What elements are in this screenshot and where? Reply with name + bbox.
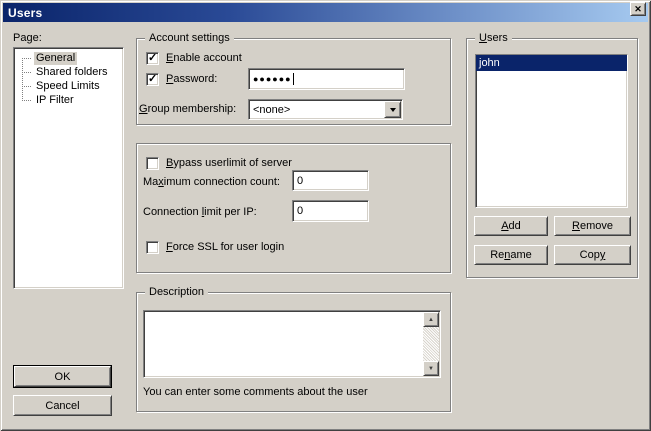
tree-item-shared-folders[interactable]: Shared folders	[14, 65, 123, 79]
user-list-item[interactable]: john	[476, 55, 627, 71]
close-icon: ✕	[634, 4, 642, 15]
enable-account-label: Enable account	[166, 52, 242, 65]
bypass-userlimit-label: Bypass userlimit of server	[166, 157, 292, 170]
ok-button[interactable]: OK	[14, 366, 111, 387]
tree-item-label: IP Filter	[34, 94, 76, 107]
bypass-userlimit-checkbox[interactable]: ✓	[146, 157, 159, 170]
password-checkbox[interactable]: ✓	[146, 73, 159, 86]
user-name: john	[479, 57, 500, 69]
window-title: Users	[8, 6, 42, 20]
add-button[interactable]: Add	[474, 216, 548, 236]
description-hint: You can enter some comments about the us…	[143, 386, 368, 399]
tree-item-ip-filter[interactable]: IP Filter	[14, 93, 123, 107]
scroll-down-button[interactable]: ▼	[423, 361, 439, 376]
description-textarea[interactable]: ▲ ▼	[143, 310, 441, 378]
rename-button[interactable]: Rename	[474, 245, 548, 265]
password-masked-value: ●●●●●●	[253, 74, 292, 84]
scroll-up-button[interactable]: ▲	[423, 312, 439, 327]
chevron-down-icon	[390, 108, 396, 115]
password-label: Password:	[166, 73, 217, 86]
remove-button[interactable]: Remove	[554, 216, 631, 236]
users-list[interactable]: john	[475, 54, 628, 208]
users-caption: Users	[475, 32, 512, 45]
copy-button[interactable]: Copy	[554, 245, 631, 265]
tree-item-label: Shared folders	[34, 66, 110, 79]
max-connections-field[interactable]: 0	[292, 170, 369, 191]
tree-item-label: Speed Limits	[34, 80, 102, 93]
page-tree[interactable]: General Shared folders Speed Limits IP F…	[13, 47, 124, 289]
text-caret	[293, 73, 294, 85]
max-connections-label: Maximum connection count:	[143, 176, 280, 189]
tree-item-speed-limits[interactable]: Speed Limits	[14, 79, 123, 93]
vertical-scrollbar[interactable]: ▲ ▼	[423, 312, 439, 376]
ip-limit-field[interactable]: 0	[292, 200, 369, 222]
group-membership-label: Group membership:	[139, 103, 236, 116]
title-bar[interactable]: Users	[3, 3, 648, 22]
force-ssl-checkbox[interactable]: ✓	[146, 241, 159, 254]
force-ssl-label: Force SSL for user login	[166, 241, 284, 254]
combo-dropdown-button[interactable]	[384, 101, 401, 118]
page-label: Page:	[13, 32, 42, 45]
password-field[interactable]: ●●●●●●	[248, 68, 405, 90]
tree-item-label: General	[34, 52, 77, 65]
users-dialog: Users ✕ Page: General Shared folders Spe…	[0, 0, 651, 431]
scroll-up-icon: ▲	[428, 317, 434, 323]
enable-account-checkbox[interactable]: ✓	[146, 52, 159, 65]
group-membership-select[interactable]: <none>	[248, 99, 403, 120]
account-settings-caption: Account settings	[145, 32, 234, 45]
description-caption: Description	[145, 286, 208, 299]
group-membership-value: <none>	[253, 104, 290, 116]
cancel-button[interactable]: Cancel	[13, 395, 112, 416]
tree-item-general[interactable]: General	[14, 51, 123, 65]
close-button[interactable]: ✕	[630, 2, 646, 16]
scroll-down-icon: ▼	[428, 366, 434, 372]
ip-limit-label: Connection limit per IP:	[143, 206, 257, 219]
